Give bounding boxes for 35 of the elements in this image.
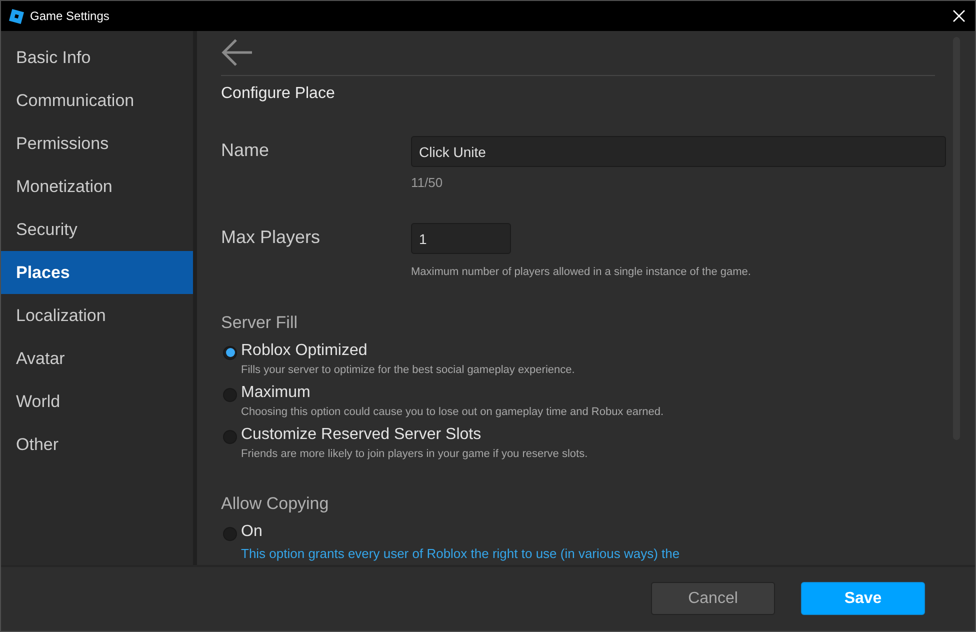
radio-button[interactable] bbox=[223, 346, 237, 360]
option-label: Roblox Optimized bbox=[241, 341, 368, 361]
sidebar-item[interactable]: World bbox=[1, 380, 193, 423]
sidebar-item[interactable]: Permissions bbox=[1, 122, 193, 165]
cancel-button[interactable]: Cancel bbox=[651, 582, 775, 615]
app-logo-icon bbox=[9, 8, 24, 24]
window-title: Game Settings bbox=[30, 8, 110, 25]
back-arrow-icon bbox=[221, 38, 253, 67]
option-description: Friends are more likely to join players in your game if you reserve slots. bbox=[241, 447, 588, 461]
sidebar-item[interactable]: Communication bbox=[1, 79, 193, 122]
input-field[interactable]: 1 bbox=[411, 223, 511, 254]
sidebar-item[interactable]: Places bbox=[1, 251, 193, 294]
close-button[interactable] bbox=[952, 9, 966, 23]
option-label: Customize Reserved Server Slots bbox=[241, 425, 482, 445]
sidebar-item[interactable]: Monetization bbox=[1, 165, 193, 208]
character-counter: 11/50 bbox=[411, 175, 443, 191]
section-heading: Server Fill bbox=[221, 312, 298, 334]
sidebar-item[interactable]: Security bbox=[1, 208, 193, 251]
sidebar-item[interactable]: Other bbox=[1, 423, 193, 466]
field-label: Name bbox=[221, 139, 270, 162]
field-label: Max Players bbox=[221, 226, 322, 249]
page-title: Configure Place bbox=[221, 84, 335, 104]
option-label: On bbox=[241, 522, 262, 542]
sidebar-item[interactable]: Basic Info bbox=[1, 36, 193, 79]
close-icon bbox=[953, 10, 965, 22]
field-hint: Maximum number of players allowed in a single instance of the game. bbox=[411, 265, 751, 279]
warning-text: This option grants every user of Roblox the right to use (in various ways) the bbox=[241, 546, 680, 562]
sidebar-item[interactable]: Avatar bbox=[1, 337, 193, 380]
option-description: Fills your server to optimize for the best social gameplay experience. bbox=[241, 363, 575, 377]
option-label: Maximum bbox=[241, 383, 310, 403]
section-heading: Allow Copying bbox=[221, 493, 329, 515]
input-field[interactable]: Click Unite bbox=[411, 136, 946, 167]
sidebar-item[interactable]: Localization bbox=[1, 294, 193, 337]
option-description: Choosing this option could cause you to lose out on gameplay time and Robux earned. bbox=[241, 405, 664, 419]
back-button[interactable] bbox=[221, 38, 253, 67]
